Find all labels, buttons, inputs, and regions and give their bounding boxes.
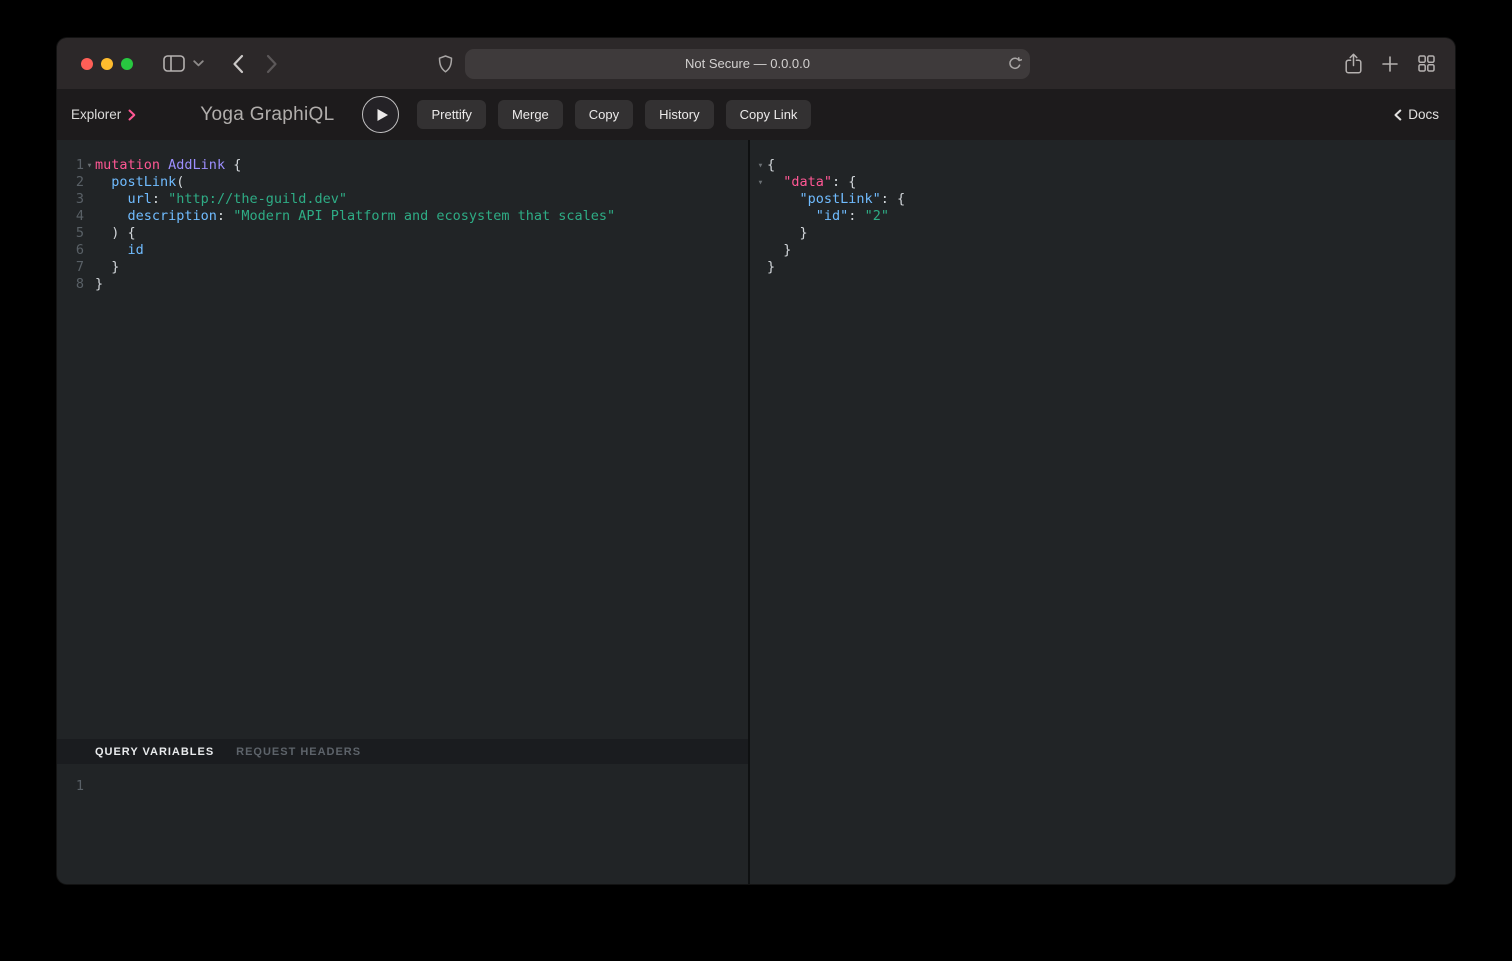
- merge-button[interactable]: Merge: [498, 100, 563, 129]
- chevron-right-icon: [128, 109, 136, 121]
- query-editor[interactable]: 1▾mutation AddLink {2 postLink(3 url: "h…: [57, 140, 748, 739]
- line-number: 6: [57, 242, 84, 259]
- bottom-panel-tabs: QUERY VARIABLES REQUEST HEADERS: [57, 739, 748, 764]
- code-line[interactable]: ▾{: [750, 157, 1455, 174]
- sidebar-toggle-button[interactable]: [163, 55, 185, 72]
- code-line[interactable]: 8}: [57, 276, 748, 293]
- tab-request-headers[interactable]: REQUEST HEADERS: [236, 746, 361, 758]
- copy-link-button[interactable]: Copy Link: [726, 100, 812, 129]
- code-line[interactable]: "postLink": {: [750, 191, 1455, 208]
- history-button[interactable]: History: [645, 100, 713, 129]
- line-number: 5: [57, 225, 84, 242]
- share-icon: [1345, 53, 1362, 74]
- fold-gutter: [84, 174, 95, 191]
- response-pane: ▾{▾ "data": { "postLink": { "id": "2" } …: [750, 140, 1455, 884]
- code-line[interactable]: 5 ) {: [57, 225, 748, 242]
- docs-button[interactable]: Docs: [1394, 107, 1439, 122]
- copy-button[interactable]: Copy: [575, 100, 633, 129]
- code-line[interactable]: 6 id: [57, 242, 748, 259]
- minimize-window-button[interactable]: [101, 58, 113, 70]
- response-viewer[interactable]: ▾{▾ "data": { "postLink": { "id": "2" } …: [750, 140, 1455, 276]
- tab-overview-button[interactable]: [1418, 55, 1435, 72]
- fold-gutter: [754, 259, 767, 276]
- fold-gutter: [84, 242, 95, 259]
- window-controls: [81, 58, 133, 70]
- close-window-button[interactable]: [81, 58, 93, 70]
- back-button[interactable]: [232, 54, 244, 74]
- reload-button[interactable]: [1008, 56, 1022, 72]
- code-line[interactable]: 1: [57, 778, 748, 795]
- code-line[interactable]: }: [750, 259, 1455, 276]
- browser-window: Not Secure — 0.0.0.0 Explorer: [57, 38, 1455, 884]
- code-line[interactable]: 2 postLink(: [57, 174, 748, 191]
- forward-button[interactable]: [266, 54, 278, 74]
- browser-chrome: Not Secure — 0.0.0.0: [57, 38, 1455, 89]
- code-line[interactable]: ▾ "data": {: [750, 174, 1455, 191]
- graphiql-content: 1▾mutation AddLink {2 postLink(3 url: "h…: [57, 140, 1455, 884]
- fold-gutter: [84, 191, 95, 208]
- play-icon: [376, 108, 389, 122]
- code-line[interactable]: 7 }: [57, 259, 748, 276]
- editor-pane: 1▾mutation AddLink {2 postLink(3 url: "h…: [57, 140, 748, 884]
- sidebar-icon: [163, 55, 185, 72]
- execute-query-button[interactable]: [362, 96, 399, 133]
- fold-gutter: [84, 276, 95, 293]
- line-number: 2: [57, 174, 84, 191]
- query-variables-editor[interactable]: 1: [57, 764, 748, 884]
- address-bar[interactable]: Not Secure — 0.0.0.0: [465, 49, 1030, 79]
- explorer-label: Explorer: [71, 107, 121, 122]
- share-button[interactable]: [1345, 53, 1362, 74]
- code-line[interactable]: 3 url: "http://the-guild.dev": [57, 191, 748, 208]
- graphiql-toolbar: Explorer Yoga GraphiQL Prettify Merge Co…: [57, 89, 1455, 140]
- line-number: 1: [57, 157, 84, 174]
- fold-gutter: [754, 225, 767, 242]
- fold-gutter: [754, 242, 767, 259]
- toolbar-buttons: Prettify Merge Copy History Copy Link: [417, 100, 811, 129]
- privacy-shield-button[interactable]: [438, 55, 453, 73]
- tab-query-variables[interactable]: QUERY VARIABLES: [95, 746, 214, 758]
- fold-arrow-icon[interactable]: ▾: [754, 174, 767, 191]
- chevron-left-icon: [1394, 109, 1402, 121]
- sidebar-menu-button[interactable]: [193, 60, 204, 67]
- code-line[interactable]: }: [750, 225, 1455, 242]
- explorer-toggle-button[interactable]: Explorer: [71, 107, 136, 122]
- tab-overview-icon: [1418, 55, 1435, 72]
- chevron-right-icon: [266, 54, 278, 74]
- line-number: 3: [57, 191, 84, 208]
- code-line[interactable]: 1▾mutation AddLink {: [57, 157, 748, 174]
- url-text: Not Secure — 0.0.0.0: [685, 56, 810, 71]
- shield-icon: [438, 55, 453, 73]
- code-line[interactable]: }: [750, 242, 1455, 259]
- fold-gutter: [754, 208, 767, 225]
- docs-label: Docs: [1408, 107, 1439, 122]
- fold-arrow-icon[interactable]: ▾: [84, 157, 95, 174]
- fold-arrow-icon[interactable]: ▾: [754, 157, 767, 174]
- plus-icon: [1382, 56, 1398, 72]
- chevron-down-icon: [193, 60, 204, 67]
- fold-gutter: [84, 225, 95, 242]
- prettify-button[interactable]: Prettify: [417, 100, 485, 129]
- fold-gutter: [754, 191, 767, 208]
- new-tab-button[interactable]: [1382, 56, 1398, 72]
- chevron-left-icon: [232, 54, 244, 74]
- code-line[interactable]: "id": "2": [750, 208, 1455, 225]
- line-number: 7: [57, 259, 84, 276]
- line-number: 4: [57, 208, 84, 225]
- code-line[interactable]: 4 description: "Modern API Platform and …: [57, 208, 748, 225]
- zoom-window-button[interactable]: [121, 58, 133, 70]
- fold-gutter: [84, 259, 95, 276]
- fold-gutter: [84, 208, 95, 225]
- line-number: 8: [57, 276, 84, 293]
- app-title: Yoga GraphiQL: [200, 104, 334, 126]
- line-number: 1: [57, 778, 84, 795]
- reload-icon: [1008, 56, 1022, 72]
